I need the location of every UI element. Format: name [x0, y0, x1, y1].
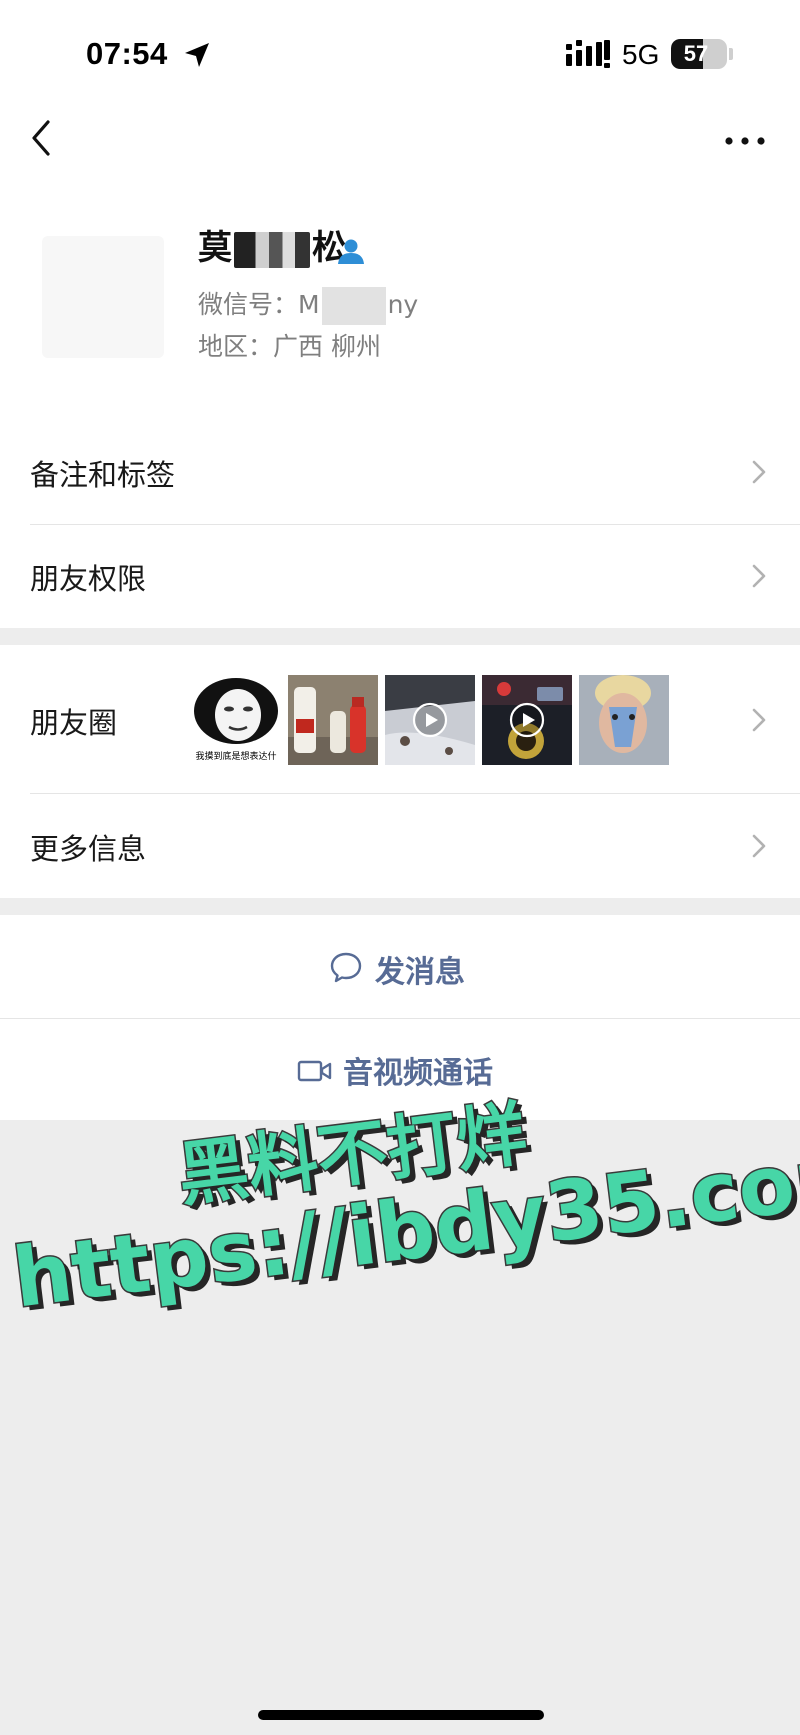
status-time: 07:54 — [86, 36, 168, 71]
profile-name-prefix: 莫 — [198, 228, 232, 268]
moments-card: 朋友圈 我摸到底是想表达什 更多信息 — [0, 645, 800, 898]
remarks-tags-label: 备注和标签 — [30, 458, 176, 492]
play-icon — [509, 702, 545, 738]
moments-row[interactable]: 朋友圈 我摸到底是想表达什 — [0, 645, 800, 793]
chevron-right-icon — [752, 564, 766, 588]
friend-permissions-row[interactable]: 朋友权限 — [0, 524, 800, 628]
chat-bubble-icon — [330, 952, 362, 983]
network-type: 5G — [622, 39, 660, 70]
region: 地区：广西 柳州 — [198, 332, 381, 361]
more-info-label: 更多信息 — [30, 832, 147, 866]
battery-level: 57 — [683, 41, 709, 66]
chevron-right-icon — [752, 708, 766, 732]
location-arrow-icon — [185, 43, 209, 67]
play-icon — [412, 702, 448, 738]
moment-thumb-meme: 我摸到底是想表达什 — [191, 675, 281, 765]
wechat-id: 微信号：M ny — [198, 287, 419, 325]
battery-cap — [729, 48, 733, 60]
meme-caption: 我摸到底是想表达什 — [195, 752, 277, 762]
user-icon — [338, 239, 364, 264]
bottles-photo-icon — [288, 675, 378, 765]
chevron-right-icon — [752, 460, 766, 484]
wechat-id-mask — [321, 287, 386, 325]
chevron-right-icon — [752, 834, 766, 858]
moment-thumb-selfie — [579, 675, 669, 765]
moment-thumb-bottles — [288, 675, 378, 765]
battery-icon: 57 — [671, 39, 727, 69]
signal-icon — [566, 40, 610, 68]
selfie-photo-icon — [579, 675, 669, 765]
send-message-label: 发消息 — [375, 955, 465, 990]
moments-thumbnails: 我摸到底是想表达什 — [191, 675, 669, 765]
remarks-tags-row[interactable]: 备注和标签 — [0, 420, 800, 524]
moments-label: 朋友圈 — [30, 706, 118, 740]
back-chevron-icon[interactable] — [22, 116, 62, 160]
home-indicator — [258, 1710, 544, 1720]
moment-thumb-video-car — [482, 675, 572, 765]
video-camera-icon — [297, 1060, 332, 1082]
profile-name: 莫松 — [198, 228, 346, 268]
avatar[interactable] — [42, 236, 164, 358]
settings-card: 备注和标签 朋友权限 — [0, 420, 800, 628]
wechat-id-prefix: 微信号：M — [198, 290, 320, 319]
actions-card: 发消息 音视频通话 — [0, 915, 800, 1120]
friend-permissions-label: 朋友权限 — [30, 562, 147, 596]
moment-thumb-video-snow — [385, 675, 475, 765]
send-message-button[interactable]: 发消息 — [0, 915, 800, 1018]
wechat-id-suffix: ny — [387, 290, 419, 319]
more-info-row[interactable]: 更多信息 — [0, 793, 800, 898]
more-options-icon[interactable] — [720, 126, 770, 156]
name-mosaic — [234, 231, 310, 268]
